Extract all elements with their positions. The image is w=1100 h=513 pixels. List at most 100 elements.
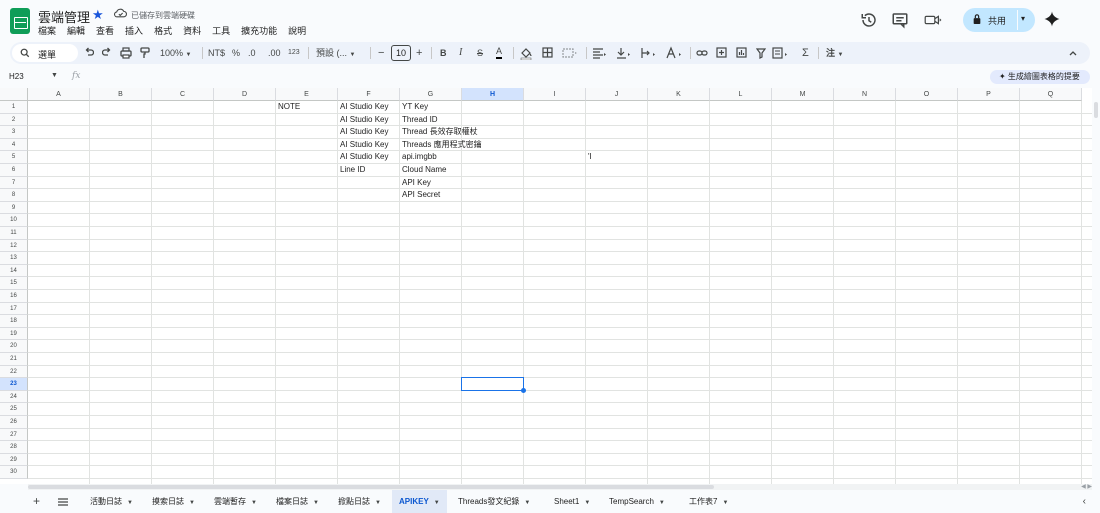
sheet-tab[interactable]: 活動日誌 ▼ [90, 490, 133, 513]
row-header-19[interactable]: 19 [0, 327, 28, 341]
merge-cells-icon[interactable] [562, 46, 578, 60]
row-header-9[interactable]: 9 [0, 201, 28, 215]
row-header-3[interactable]: 3 [0, 126, 28, 139]
column-header-q[interactable]: Q [1020, 88, 1082, 101]
cell-g6[interactable]: Cloud Name [400, 164, 446, 177]
column-header-c[interactable]: C [152, 88, 214, 101]
gemini-sparkle-icon[interactable] [1043, 10, 1061, 28]
name-box[interactable]: H23 [9, 72, 24, 81]
vertical-align-icon[interactable] [616, 46, 632, 60]
sheets-logo-icon[interactable] [10, 8, 30, 34]
increase-font-size-icon[interactable]: + [416, 46, 422, 60]
chevron-down-icon[interactable]: ▼ [375, 500, 381, 506]
cell-g8[interactable]: API Secret [400, 189, 440, 202]
sheet-tab[interactable]: Sheet1 ▼ [554, 490, 590, 513]
sheet-tab[interactable]: APIKEY ▼ [392, 490, 447, 513]
row-header-29[interactable]: 29 [0, 453, 28, 467]
spreadsheet-grid[interactable]: A B C D E F G H I J K L M N O P Q 1 2 3 4 5 6 7 8 9 10 11 12 13 14 15 16… [0, 88, 1092, 484]
cell-f1[interactable]: AI Studio Key [338, 101, 388, 114]
row-header-22[interactable]: 22 [0, 365, 28, 379]
column-header-e[interactable]: E [276, 88, 338, 101]
sheet-tab[interactable]: TempSearch ▼ [609, 490, 665, 513]
share-button[interactable]: 共用 ▾ [963, 8, 1035, 32]
insert-link-icon[interactable] [696, 46, 708, 60]
column-header-i[interactable]: I [524, 88, 586, 101]
fill-handle[interactable] [521, 387, 526, 393]
bold-icon[interactable]: B [440, 46, 447, 60]
print-icon[interactable] [120, 46, 132, 60]
cell-g5[interactable]: api.imgbb [400, 151, 437, 164]
row-header-2[interactable]: 2 [0, 113, 28, 127]
horizontal-align-icon[interactable] [592, 46, 608, 60]
cell-j5[interactable]: 'I [586, 151, 592, 164]
sheet-tab[interactable]: Threads發文紀錄 ▼ [458, 490, 530, 513]
select-all-corner[interactable] [0, 88, 28, 101]
row-header-20[interactable]: 20 [0, 340, 28, 353]
scroll-arrows-icon[interactable]: ◀ ▶ [1081, 483, 1092, 490]
selected-cell-outline[interactable] [461, 377, 524, 391]
column-header-a[interactable]: A [28, 88, 90, 101]
row-header-28[interactable]: 28 [0, 441, 28, 454]
column-header-g[interactable]: G [400, 88, 462, 101]
row-header-4[interactable]: 4 [0, 138, 28, 152]
borders-icon[interactable] [542, 46, 553, 60]
cell-g1[interactable]: YT Key [400, 101, 428, 114]
percent-format-button[interactable]: % [232, 46, 240, 60]
sheet-tab[interactable]: 雲端暫存 ▼ [214, 490, 257, 513]
menu-edit[interactable]: 編輯 [67, 24, 85, 37]
insert-chart-icon[interactable] [736, 46, 747, 60]
history-icon[interactable] [860, 11, 878, 29]
column-header-f[interactable]: F [338, 88, 400, 101]
strikethrough-icon[interactable]: S [477, 46, 483, 60]
more-options-button[interactable]: 注 ▼ [826, 46, 843, 60]
undo-icon[interactable] [84, 46, 94, 60]
all-sheets-icon[interactable] [58, 498, 68, 506]
row-header-24[interactable]: 24 [0, 390, 28, 404]
row-header-26[interactable]: 26 [0, 416, 28, 429]
column-header-n[interactable]: N [834, 88, 896, 101]
filter-icon[interactable] [756, 46, 766, 60]
chevron-down-icon[interactable]: ▼ [51, 72, 58, 79]
decrease-decimal-button[interactable]: .0 [248, 46, 256, 60]
column-header-l[interactable]: L [710, 88, 772, 101]
row-header-25[interactable]: 25 [0, 403, 28, 416]
font-select[interactable]: 預設 (... ▼ [316, 46, 355, 60]
cell-f6[interactable]: Line ID [338, 164, 365, 177]
column-header-o[interactable]: O [896, 88, 958, 101]
sheet-tab[interactable]: 工作表7 ▼ [689, 490, 728, 513]
cell-g4[interactable]: Threads 應用程式密鑰 [400, 139, 482, 152]
ai-suggestion-chip[interactable]: ✦ 生成繪圖表格的提要 [990, 70, 1090, 84]
increase-decimal-button[interactable]: .00 [268, 46, 281, 60]
sheet-tab[interactable]: 檔案日誌 ▼ [276, 490, 319, 513]
video-call-icon[interactable] [924, 11, 942, 29]
insert-comment-icon[interactable] [716, 46, 727, 60]
menu-help[interactable]: 說明 [288, 24, 306, 37]
chevron-down-icon[interactable]: ▼ [127, 500, 133, 506]
row-header-14[interactable]: 14 [0, 264, 28, 278]
text-color-icon[interactable]: A [496, 46, 503, 59]
row-header-5[interactable]: 5 [0, 151, 28, 164]
menu-format[interactable]: 格式 [154, 24, 172, 37]
decrease-font-size-icon[interactable]: − [378, 46, 384, 60]
row-header-30[interactable]: 30 [0, 466, 28, 479]
text-wrapping-icon[interactable] [641, 46, 657, 60]
menu-insert[interactable]: 插入 [125, 24, 143, 37]
row-header-21[interactable]: 21 [0, 353, 28, 366]
row-header-1[interactable]: 1 [0, 101, 28, 114]
row-header-15[interactable]: 15 [0, 277, 28, 290]
vertical-scrollbar[interactable] [1094, 102, 1098, 118]
chevron-down-icon[interactable]: ▼ [584, 500, 590, 506]
menu-file[interactable]: 檔案 [38, 24, 56, 37]
menu-search[interactable]: 選單 [12, 44, 78, 62]
share-dropdown-icon[interactable]: ▾ [1021, 14, 1025, 23]
column-header-h[interactable]: H [462, 88, 524, 101]
cell-f4[interactable]: AI Studio Key [338, 139, 388, 152]
add-sheet-button[interactable]: + [33, 494, 40, 508]
number-format-button[interactable]: 123 [288, 46, 300, 60]
chevron-down-icon[interactable]: ▼ [434, 500, 440, 506]
row-header-10[interactable]: 10 [0, 214, 28, 227]
row-header-11[interactable]: 11 [0, 227, 28, 240]
column-header-j[interactable]: J [586, 88, 648, 101]
sheet-tab[interactable]: 摸索日誌 ▼ [152, 490, 195, 513]
cell-g3[interactable]: Thread 長效存取權杖 [400, 126, 478, 139]
